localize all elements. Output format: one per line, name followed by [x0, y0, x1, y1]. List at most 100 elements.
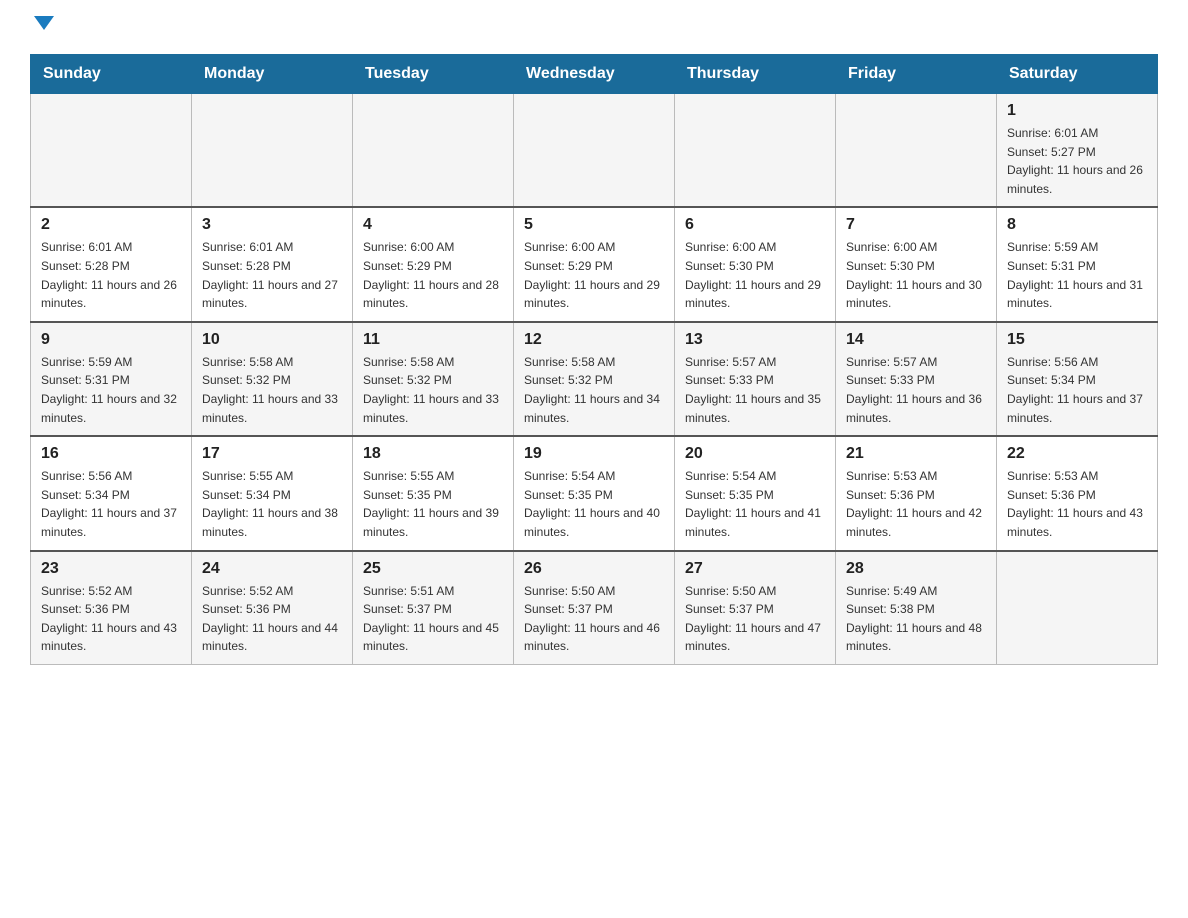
calendar-cell: 13 Sunrise: 5:57 AM Sunset: 5:33 PM Dayli…	[675, 322, 836, 436]
week-row-2: 2 Sunrise: 6:01 AM Sunset: 5:28 PM Daylig…	[31, 207, 1158, 321]
day-header-tuesday: Tuesday	[353, 55, 514, 94]
calendar-cell: 28 Sunrise: 5:49 AM Sunset: 5:38 PM Dayli…	[836, 551, 997, 665]
day-number: 6	[685, 216, 825, 234]
day-number: 16	[41, 445, 181, 463]
calendar-cell: 6 Sunrise: 6:00 AM Sunset: 5:30 PM Daylig…	[675, 207, 836, 321]
day-number: 12	[524, 331, 664, 349]
day-info: Sunrise: 5:55 AM Sunset: 5:34 PM Dayligh…	[202, 467, 342, 541]
calendar-cell	[675, 94, 836, 208]
calendar-cell	[997, 551, 1158, 665]
calendar-cell: 27 Sunrise: 5:50 AM Sunset: 5:37 PM Dayli…	[675, 551, 836, 665]
day-info: Sunrise: 5:52 AM Sunset: 5:36 PM Dayligh…	[41, 582, 181, 656]
day-number: 22	[1007, 445, 1147, 463]
day-header-saturday: Saturday	[997, 55, 1158, 94]
page-header	[30, 20, 1158, 34]
calendar-cell: 7 Sunrise: 6:00 AM Sunset: 5:30 PM Daylig…	[836, 207, 997, 321]
day-info: Sunrise: 5:56 AM Sunset: 5:34 PM Dayligh…	[41, 467, 181, 541]
calendar-cell: 26 Sunrise: 5:50 AM Sunset: 5:37 PM Dayli…	[514, 551, 675, 665]
day-info: Sunrise: 5:55 AM Sunset: 5:35 PM Dayligh…	[363, 467, 503, 541]
calendar-cell	[353, 94, 514, 208]
calendar-cell: 12 Sunrise: 5:58 AM Sunset: 5:32 PM Dayli…	[514, 322, 675, 436]
day-info: Sunrise: 5:58 AM Sunset: 5:32 PM Dayligh…	[202, 353, 342, 427]
day-info: Sunrise: 6:00 AM Sunset: 5:30 PM Dayligh…	[685, 238, 825, 312]
calendar-cell: 3 Sunrise: 6:01 AM Sunset: 5:28 PM Daylig…	[192, 207, 353, 321]
week-row-4: 16 Sunrise: 5:56 AM Sunset: 5:34 PM Dayli…	[31, 436, 1158, 550]
week-row-1: 1 Sunrise: 6:01 AM Sunset: 5:27 PM Daylig…	[31, 94, 1158, 208]
calendar-cell: 5 Sunrise: 6:00 AM Sunset: 5:29 PM Daylig…	[514, 207, 675, 321]
calendar-cell: 17 Sunrise: 5:55 AM Sunset: 5:34 PM Dayli…	[192, 436, 353, 550]
calendar-cell: 18 Sunrise: 5:55 AM Sunset: 5:35 PM Dayli…	[353, 436, 514, 550]
calendar-cell: 25 Sunrise: 5:51 AM Sunset: 5:37 PM Dayli…	[353, 551, 514, 665]
day-number: 23	[41, 560, 181, 578]
day-info: Sunrise: 5:57 AM Sunset: 5:33 PM Dayligh…	[685, 353, 825, 427]
calendar-cell: 22 Sunrise: 5:53 AM Sunset: 5:36 PM Dayli…	[997, 436, 1158, 550]
day-info: Sunrise: 5:53 AM Sunset: 5:36 PM Dayligh…	[1007, 467, 1147, 541]
day-number: 27	[685, 560, 825, 578]
week-row-3: 9Sunrise: 5:59 AM Sunset: 5:31 PM Daylig…	[31, 322, 1158, 436]
calendar-cell: 20 Sunrise: 5:54 AM Sunset: 5:35 PM Dayli…	[675, 436, 836, 550]
day-number: 10	[202, 331, 342, 349]
day-number: 9	[41, 331, 181, 349]
day-info: Sunrise: 6:00 AM Sunset: 5:29 PM Dayligh…	[524, 238, 664, 312]
day-info: Sunrise: 6:01 AM Sunset: 5:27 PM Dayligh…	[1007, 124, 1147, 198]
day-info: Sunrise: 5:58 AM Sunset: 5:32 PM Dayligh…	[524, 353, 664, 427]
calendar-cell: 4Sunrise: 6:00 AM Sunset: 5:29 PM Daylig…	[353, 207, 514, 321]
calendar-table: SundayMondayTuesdayWednesdayThursdayFrid…	[30, 54, 1158, 665]
day-number: 28	[846, 560, 986, 578]
day-number: 26	[524, 560, 664, 578]
day-number: 3	[202, 216, 342, 234]
calendar-cell: 10 Sunrise: 5:58 AM Sunset: 5:32 PM Dayli…	[192, 322, 353, 436]
day-info: Sunrise: 5:50 AM Sunset: 5:37 PM Dayligh…	[524, 582, 664, 656]
day-info: Sunrise: 5:59 AM Sunset: 5:31 PM Dayligh…	[1007, 238, 1147, 312]
day-number: 2	[41, 216, 181, 234]
calendar-cell: 14 Sunrise: 5:57 AM Sunset: 5:33 PM Dayli…	[836, 322, 997, 436]
logo	[30, 20, 54, 34]
day-info: Sunrise: 5:56 AM Sunset: 5:34 PM Dayligh…	[1007, 353, 1147, 427]
calendar-cell: 16 Sunrise: 5:56 AM Sunset: 5:34 PM Dayli…	[31, 436, 192, 550]
day-info: Sunrise: 5:50 AM Sunset: 5:37 PM Dayligh…	[685, 582, 825, 656]
day-info: Sunrise: 5:54 AM Sunset: 5:35 PM Dayligh…	[524, 467, 664, 541]
day-number: 21	[846, 445, 986, 463]
day-number: 20	[685, 445, 825, 463]
day-header-monday: Monday	[192, 55, 353, 94]
day-number: 24	[202, 560, 342, 578]
day-info: Sunrise: 6:00 AM Sunset: 5:29 PM Dayligh…	[363, 238, 503, 312]
day-number: 8	[1007, 216, 1147, 234]
day-info: Sunrise: 6:01 AM Sunset: 5:28 PM Dayligh…	[41, 238, 181, 312]
day-info: Sunrise: 5:52 AM Sunset: 5:36 PM Dayligh…	[202, 582, 342, 656]
day-number: 7	[846, 216, 986, 234]
day-number: 18	[363, 445, 503, 463]
calendar-cell	[836, 94, 997, 208]
day-info: Sunrise: 5:53 AM Sunset: 5:36 PM Dayligh…	[846, 467, 986, 541]
day-number: 17	[202, 445, 342, 463]
day-info: Sunrise: 5:57 AM Sunset: 5:33 PM Dayligh…	[846, 353, 986, 427]
day-number: 19	[524, 445, 664, 463]
calendar-cell: 9Sunrise: 5:59 AM Sunset: 5:31 PM Daylig…	[31, 322, 192, 436]
calendar-cell	[514, 94, 675, 208]
calendar-header-row: SundayMondayTuesdayWednesdayThursdayFrid…	[31, 55, 1158, 94]
day-info: Sunrise: 6:00 AM Sunset: 5:30 PM Dayligh…	[846, 238, 986, 312]
logo-triangle-icon	[34, 16, 54, 30]
calendar-cell: 24 Sunrise: 5:52 AM Sunset: 5:36 PM Dayli…	[192, 551, 353, 665]
day-info: Sunrise: 5:54 AM Sunset: 5:35 PM Dayligh…	[685, 467, 825, 541]
week-row-5: 23 Sunrise: 5:52 AM Sunset: 5:36 PM Dayli…	[31, 551, 1158, 665]
calendar-cell: 19 Sunrise: 5:54 AM Sunset: 5:35 PM Dayli…	[514, 436, 675, 550]
calendar-cell: 11Sunrise: 5:58 AM Sunset: 5:32 PM Dayli…	[353, 322, 514, 436]
day-info: Sunrise: 5:51 AM Sunset: 5:37 PM Dayligh…	[363, 582, 503, 656]
day-number: 5	[524, 216, 664, 234]
day-number: 25	[363, 560, 503, 578]
calendar-cell: 21 Sunrise: 5:53 AM Sunset: 5:36 PM Dayli…	[836, 436, 997, 550]
day-number: 11	[363, 331, 503, 349]
day-number: 13	[685, 331, 825, 349]
day-info: Sunrise: 5:49 AM Sunset: 5:38 PM Dayligh…	[846, 582, 986, 656]
calendar-cell: 1 Sunrise: 6:01 AM Sunset: 5:27 PM Daylig…	[997, 94, 1158, 208]
day-header-thursday: Thursday	[675, 55, 836, 94]
calendar-cell: 23 Sunrise: 5:52 AM Sunset: 5:36 PM Dayli…	[31, 551, 192, 665]
calendar-cell: 15 Sunrise: 5:56 AM Sunset: 5:34 PM Dayli…	[997, 322, 1158, 436]
day-info: Sunrise: 6:01 AM Sunset: 5:28 PM Dayligh…	[202, 238, 342, 312]
day-number: 14	[846, 331, 986, 349]
day-number: 15	[1007, 331, 1147, 349]
calendar-cell: 8 Sunrise: 5:59 AM Sunset: 5:31 PM Daylig…	[997, 207, 1158, 321]
day-number: 1	[1007, 102, 1147, 120]
day-header-sunday: Sunday	[31, 55, 192, 94]
